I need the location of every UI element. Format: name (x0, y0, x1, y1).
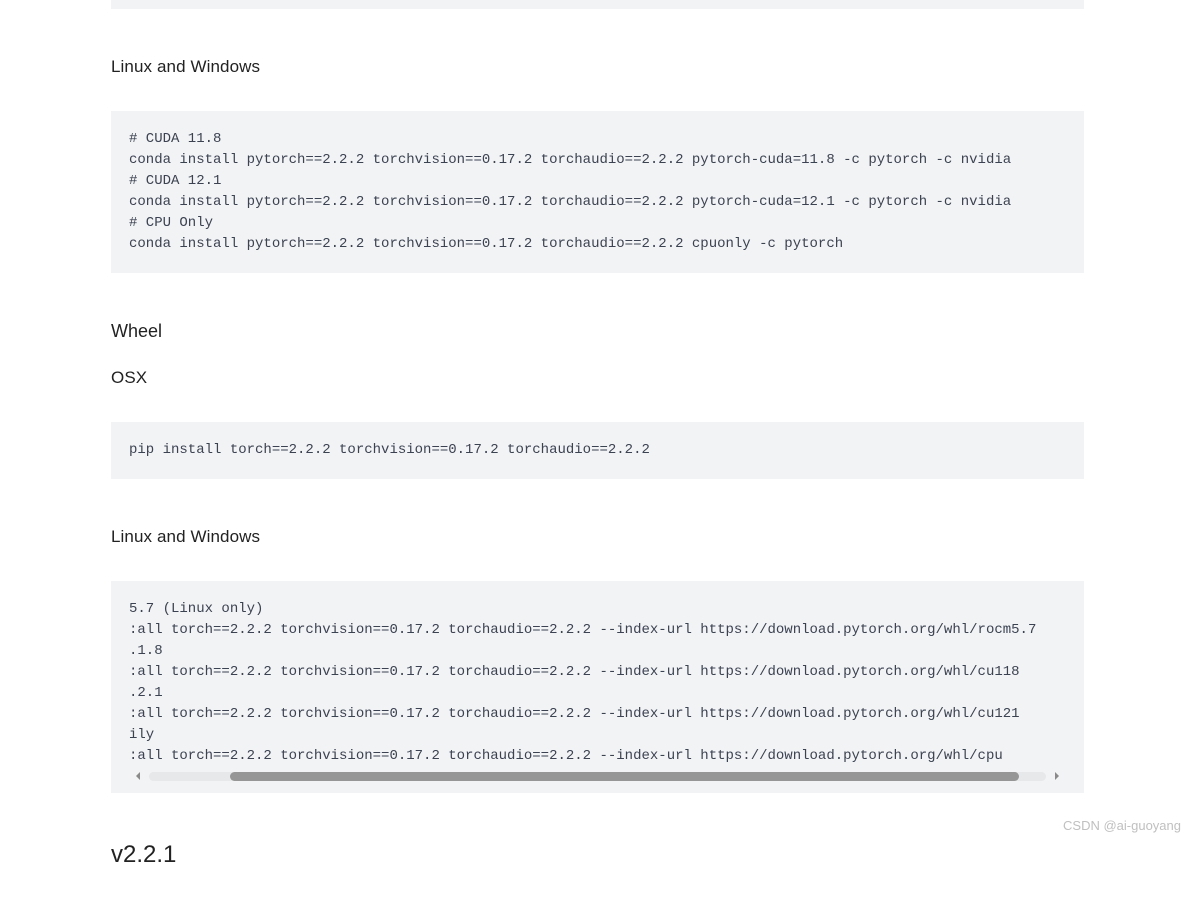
code-text: pip install torch==2.2.2 torchvision==0.… (129, 440, 1066, 461)
code-block-pip-osx[interactable]: pip install torch==2.2.2 torchvision==0.… (111, 422, 1084, 479)
heading-linux-windows-2: Linux and Windows (111, 527, 1084, 547)
code-block-conda[interactable]: # CUDA 11.8 conda install pytorch==2.2.2… (111, 111, 1084, 273)
scroll-track[interactable] (149, 772, 1046, 781)
partial-code-block-top (111, 0, 1084, 9)
code-text: 5.7 (Linux only) :all torch==2.2.2 torch… (129, 599, 1066, 767)
scroll-thumb[interactable] (230, 772, 1019, 781)
horizontal-scrollbar[interactable] (129, 767, 1066, 781)
scroll-left-icon[interactable] (133, 771, 143, 781)
heading-linux-windows-1: Linux and Windows (111, 57, 1084, 77)
heading-wheel: Wheel (111, 321, 1084, 342)
heading-version: v2.2.1 (111, 841, 1084, 869)
heading-osx: OSX (111, 368, 1084, 388)
page-content: Linux and Windows # CUDA 11.8 conda inst… (0, 0, 1195, 909)
code-text: # CUDA 11.8 conda install pytorch==2.2.2… (129, 129, 1066, 255)
scroll-right-icon[interactable] (1052, 771, 1062, 781)
code-block-pip-linux-windows[interactable]: 5.7 (Linux only) :all torch==2.2.2 torch… (111, 581, 1084, 793)
